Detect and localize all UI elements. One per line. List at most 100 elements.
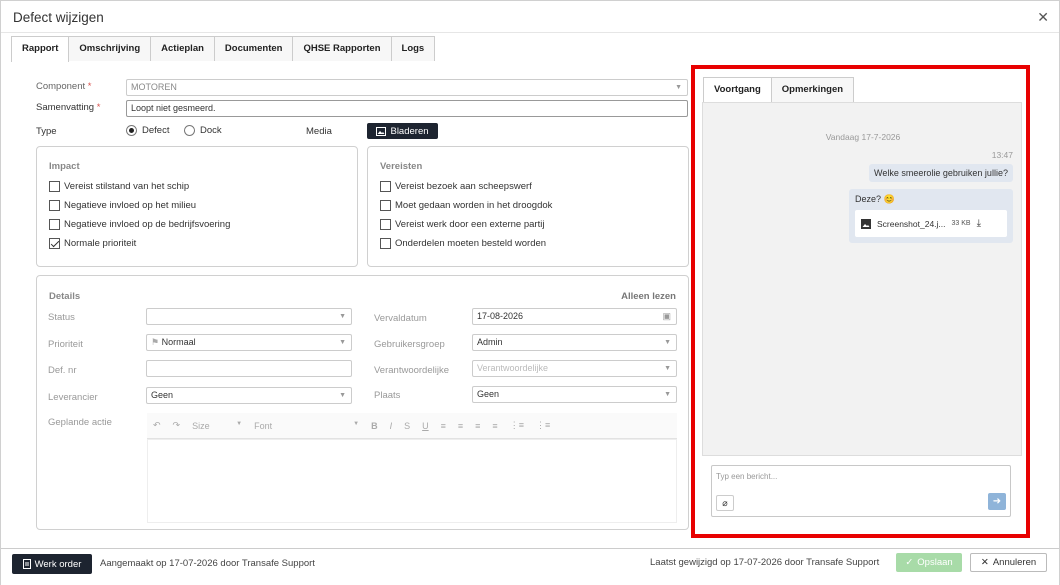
impact-checkbox[interactable]: Normale prioriteit xyxy=(49,238,136,249)
checkbox-icon xyxy=(380,181,391,192)
requirement-checkbox[interactable]: Vereist bezoek aan scheepswerf xyxy=(380,181,532,192)
requirement-checkbox[interactable]: Onderdelen moeten besteld worden xyxy=(380,238,546,249)
attachment-size: 33 KB xyxy=(951,220,971,227)
message-placeholder: Typ een bericht... xyxy=(716,472,778,481)
chevron-down-icon: ▼ xyxy=(339,313,346,320)
italic-icon[interactable]: I xyxy=(390,421,393,431)
details-title: Details xyxy=(49,291,81,302)
requirement-checkbox[interactable]: Moet gedaan worden in het droogdok xyxy=(380,200,552,211)
tab-rapport[interactable]: Rapport xyxy=(11,36,70,62)
tab-documenten[interactable]: Documenten xyxy=(213,36,294,61)
justify-icon[interactable]: ≡ xyxy=(492,421,497,431)
tab-omschrijving[interactable]: Omschrijving xyxy=(68,36,152,61)
download-icon[interactable]: ⤓ xyxy=(977,218,981,229)
close-icon: ✕ xyxy=(980,557,989,568)
readonly-label: Alleen lezen xyxy=(621,291,676,302)
tab-voortgang[interactable]: Voortgang xyxy=(703,77,772,103)
created-info: Aangemaakt op 17-07-2026 door Transafe S… xyxy=(100,558,315,569)
chevron-down-icon: ▼ xyxy=(664,365,671,372)
align-left-icon[interactable]: ≡ xyxy=(441,421,446,431)
document-icon xyxy=(22,559,31,569)
chevron-down-icon: ▼ xyxy=(675,84,682,91)
browse-button[interactable]: Bladeren xyxy=(367,123,438,139)
bold-icon[interactable]: B xyxy=(371,421,378,431)
chat-area: Vandaag 17-7-2026 13:47 Welke smeerolie … xyxy=(702,102,1022,456)
tab-actieplan[interactable]: Actieplan xyxy=(150,36,215,61)
underline-icon[interactable]: U xyxy=(422,421,429,431)
location-select[interactable]: Geen ▼ xyxy=(472,386,677,403)
location-label: Plaats xyxy=(374,390,401,401)
modified-info: Laatst gewijzigd op 17-07-2026 door Tran… xyxy=(650,557,880,568)
font-select[interactable]: Font ▼ xyxy=(254,421,359,431)
requirements-title: Vereisten xyxy=(380,161,423,172)
summary-input[interactable]: Loopt niet gesmeerd. xyxy=(126,100,688,117)
responsible-select[interactable]: Verantwoordelijke ▼ xyxy=(472,360,677,377)
dialog-title: Defect wijzigen xyxy=(13,10,104,25)
summary-label: Samenvatting * xyxy=(36,102,101,113)
priority-select[interactable]: ⚑ Normaal ▼ xyxy=(146,334,352,351)
checkbox-icon xyxy=(49,219,60,230)
impact-checkbox[interactable]: Negatieve invloed op de bedrijfsvoering xyxy=(49,219,230,230)
type-radio-dock[interactable]: Dock xyxy=(184,125,222,136)
tab-qhse-rapporten[interactable]: QHSE Rapporten xyxy=(292,36,392,61)
chevron-down-icon: ▼ xyxy=(339,392,346,399)
save-button[interactable]: ✓ Opslaan xyxy=(896,553,962,572)
tab-logs[interactable]: Logs xyxy=(390,36,436,61)
message-text: Deze? 😊 xyxy=(855,194,895,204)
send-icon[interactable]: ➜ xyxy=(988,493,1006,510)
ordered-list-icon[interactable]: ⋮≡ xyxy=(510,420,524,431)
align-center-icon[interactable]: ≡ xyxy=(458,421,463,431)
checkbox-icon xyxy=(49,200,60,211)
attachment-chip[interactable]: Screenshot_24.j... 33 KB ⤓ xyxy=(855,210,1007,237)
flag-icon: ⚑ xyxy=(151,337,160,347)
workorder-button[interactable]: Werk order xyxy=(12,554,92,574)
strikethrough-icon[interactable]: S xyxy=(404,421,410,431)
media-label: Media xyxy=(306,126,332,137)
impact-checkbox[interactable]: Vereist stilstand van het schip xyxy=(49,181,189,192)
due-date-input[interactable]: 17-08-2026 ▣ xyxy=(472,308,677,325)
due-date-label: Vervaldatum xyxy=(374,313,427,324)
component-select[interactable]: MOTOREN ▼ xyxy=(126,79,688,96)
defnr-label: Def. nr xyxy=(48,365,77,376)
checkbox-icon xyxy=(380,238,391,249)
supplier-select[interactable]: Geen ▼ xyxy=(146,387,352,404)
cancel-button[interactable]: ✕ Annuleren xyxy=(970,553,1047,572)
attach-icon[interactable]: ⌀ xyxy=(716,495,734,511)
supplier-label: Leverancier xyxy=(48,392,98,403)
checkbox-icon xyxy=(380,219,391,230)
status-select[interactable]: ▼ xyxy=(146,308,352,325)
component-label: Component * xyxy=(36,81,92,92)
align-right-icon[interactable]: ≡ xyxy=(475,421,480,431)
attachment-name: Screenshot_24.j... xyxy=(877,218,946,229)
responsible-label: Verantwoordelijke xyxy=(374,365,449,376)
defnr-input[interactable] xyxy=(146,360,352,377)
requirement-checkbox[interactable]: Vereist werk door een externe partij xyxy=(380,219,544,230)
message-bubble: Welke smeerolie gebruiken jullie? xyxy=(869,164,1013,182)
priority-label: Prioriteit xyxy=(48,339,83,350)
usergroup-select[interactable]: Admin ▼ xyxy=(472,334,677,351)
chevron-down-icon: ▼ xyxy=(339,339,346,346)
chevron-down-icon: ▼ xyxy=(664,391,671,398)
date-divider: Vandaag 17-7-2026 xyxy=(825,132,901,142)
impact-checkbox[interactable]: Negatieve invloed op het milieu xyxy=(49,200,196,211)
tab-opmerkingen[interactable]: Opmerkingen xyxy=(770,77,855,103)
message-bubble-attachment: Deze? 😊 Screenshot_24.j... 33 KB ⤓ xyxy=(849,189,1013,243)
impact-title: Impact xyxy=(49,161,80,172)
message-input[interactable]: Typ een bericht... ⌀ ➜ xyxy=(711,465,1011,517)
dialog-footer: Werk order Aangemaakt op 17-07-2026 door… xyxy=(1,548,1059,585)
redo-icon[interactable]: ↷ xyxy=(173,420,181,431)
type-label: Type xyxy=(36,126,57,137)
undo-icon[interactable]: ↶ xyxy=(153,420,161,431)
image-icon xyxy=(376,126,387,136)
message-time: 13:47 xyxy=(991,150,1013,160)
requirements-box: Vereisten Vereist bezoek aan scheepswerf… xyxy=(367,146,689,267)
unordered-list-icon[interactable]: ⋮≡ xyxy=(536,420,550,431)
close-icon[interactable]: ✕ xyxy=(1037,9,1049,26)
comments-panel: Voortgang Opmerkingen Vandaag 17-7-2026 … xyxy=(691,65,1030,538)
size-select[interactable]: Size ▼ xyxy=(192,421,242,431)
image-icon xyxy=(861,218,871,229)
checkbox-icon xyxy=(49,181,60,192)
type-radio-defect[interactable]: Defect xyxy=(126,125,169,136)
planned-action-editor[interactable] xyxy=(147,439,677,523)
chevron-down-icon: ▼ xyxy=(664,339,671,346)
